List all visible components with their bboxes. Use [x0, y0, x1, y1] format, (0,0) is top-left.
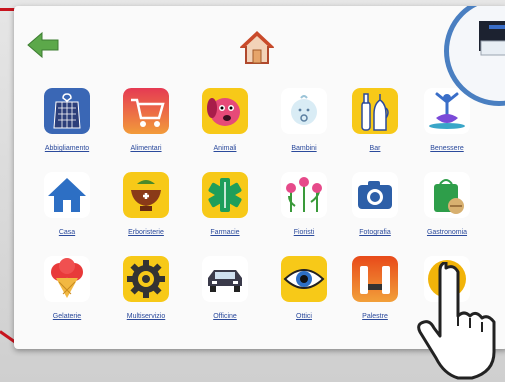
category-tile[interactable]: Gastronomia	[415, 172, 479, 236]
category-tile[interactable]: Animali	[193, 88, 257, 152]
category-tile[interactable]: Erboristerie	[114, 172, 178, 236]
category-label: Palestre	[362, 313, 388, 320]
category-label: Ottici	[296, 313, 312, 320]
herbal-icon	[123, 172, 169, 218]
yoga-icon	[424, 88, 470, 134]
category-label: Gelaterie	[52, 313, 82, 320]
category-tile[interactable]: Officine	[193, 256, 257, 320]
category-tile[interactable]: Ottici	[272, 256, 336, 320]
baby-icon	[281, 88, 327, 134]
category-label: Bambini	[291, 145, 317, 152]
category-label: Casa	[58, 229, 76, 236]
pharmacy-icon	[202, 172, 248, 218]
category-tile[interactable]: Bar	[343, 88, 407, 152]
category-label: Benessere	[430, 145, 464, 152]
camera-icon	[352, 172, 398, 218]
category-label: Multiservizio	[126, 313, 166, 320]
category-label: Bar	[369, 145, 381, 152]
category-tile[interactable]: Bambini	[272, 88, 336, 152]
gear-icon	[123, 256, 169, 302]
category-label: Erboristerie	[128, 229, 164, 236]
dog-icon	[202, 88, 248, 134]
category-label: Alimentari	[130, 145, 162, 152]
category-tile[interactable]: Palestre	[343, 256, 407, 320]
category-tile[interactable]: Farmacie	[193, 172, 257, 236]
gym-icon	[352, 256, 398, 302]
category-tile[interactable]: Abbigliamento	[35, 88, 99, 152]
category-label: Gastronomia	[426, 229, 468, 236]
home-icon[interactable]	[240, 30, 274, 66]
car-icon	[202, 256, 248, 302]
category-label: Officine	[213, 313, 237, 320]
category-tile[interactable]: Multiservizio	[114, 256, 178, 320]
category-tile[interactable]: Fioristi	[272, 172, 336, 236]
category-label: Farmacie	[210, 229, 240, 236]
category-tile[interactable]: Gelaterie	[35, 256, 99, 320]
category-tile[interactable]: Alimentari	[114, 88, 178, 152]
icecream-icon	[44, 256, 90, 302]
house-icon	[44, 172, 90, 218]
cart-icon	[123, 88, 169, 134]
category-label: Animali	[213, 145, 237, 152]
category-tile[interactable]: Casa	[35, 172, 99, 236]
category-label: Abbigliamento	[44, 145, 90, 152]
category-tile[interactable]: Fotografia	[343, 172, 407, 236]
gastronomy-icon	[424, 172, 470, 218]
category-label: Fotografia	[359, 229, 391, 236]
category-label: Fioristi	[293, 229, 315, 236]
clothing-icon	[44, 88, 90, 134]
bottles-icon	[352, 88, 398, 134]
pointing-hand-icon	[417, 262, 496, 380]
flowers-icon	[281, 172, 327, 218]
eye-icon	[281, 256, 327, 302]
back-arrow-icon[interactable]	[26, 30, 60, 60]
